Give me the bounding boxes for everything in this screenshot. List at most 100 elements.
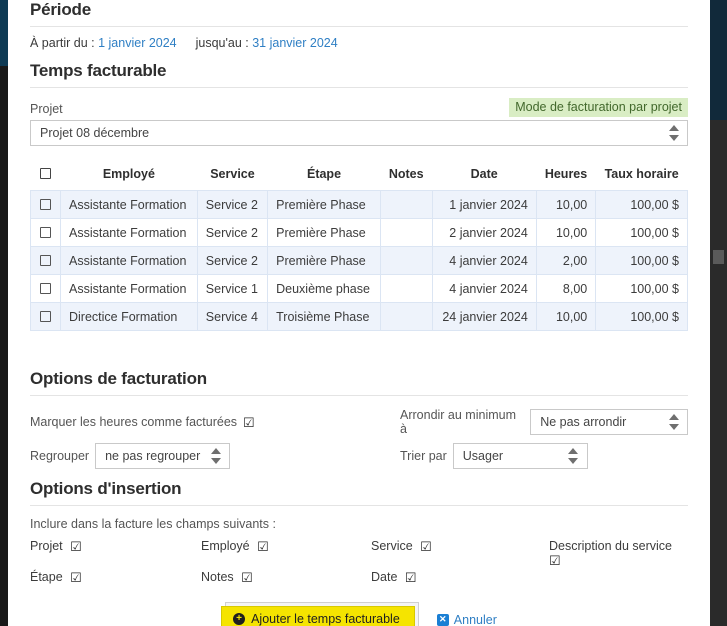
round-label: Arrondir au minimum à [400,408,517,436]
row-checkbox[interactable] [40,282,51,294]
row-checkbox[interactable] [40,198,51,210]
insert-field-etape[interactable]: Étape ☑ [30,570,201,584]
insert-field-label: Projet [30,539,63,553]
add-billable-time-label: Ajouter le temps facturable [251,612,400,626]
table-row[interactable]: Assistante Formation Service 2 Première … [30,218,688,247]
insert-field-checkbox[interactable]: ☑ [405,571,417,584]
cell-taux: 100,00 $ [595,218,688,247]
chevron-updown-icon[interactable] [668,414,679,430]
insert-field-checkbox[interactable]: ☑ [241,571,253,584]
group-select-value: ne pas regrouper [105,449,201,463]
plus-circle-icon: + [233,613,246,625]
select-all-header[interactable] [31,164,61,191]
select-all-checkbox[interactable] [40,168,51,179]
cancel-button[interactable]: ✕ Annuler [436,612,497,626]
table-row[interactable]: Assistante Formation Service 2 Première … [30,246,688,275]
insert-field-checkbox[interactable]: ☑ [70,571,82,584]
insert-grid-spacer [549,570,688,584]
project-select[interactable]: Projet 08 décembre [30,120,688,146]
section-title-temps-facturable: Temps facturable [30,61,167,80]
cell-heures: 10,00 [535,218,597,247]
row-select-cell[interactable] [30,190,61,219]
sort-select[interactable]: Usager [452,443,588,469]
table-header-row: Employé Service Étape Notes Date Heures … [31,164,688,191]
insert-field-notes[interactable]: Notes ☑ [201,570,371,584]
insert-field-employe[interactable]: Employé ☑ [201,539,371,567]
cell-heures: 10,00 [535,190,597,219]
right-chrome-accent [710,0,727,120]
chevron-updown-icon[interactable] [668,125,679,141]
round-row: Arrondir au minimum à Ne pas arrondir [400,405,688,439]
project-select-value: Projet 08 décembre [40,126,150,140]
insert-field-checkbox[interactable]: ☑ [70,540,82,553]
add-billable-time-button[interactable]: + Ajouter le temps facturable [221,606,415,626]
periode-from-date[interactable]: 1 janvier 2024 [98,36,177,50]
round-select-value: Ne pas arrondir [540,415,627,429]
table-row[interactable]: Directice Formation Service 4 Troisième … [30,302,688,331]
cell-etape: Première Phase [267,190,381,219]
insert-field-projet[interactable]: Projet ☑ [30,539,201,567]
periode-to-date[interactable]: 31 janvier 2024 [252,36,337,50]
cell-heures: 10,00 [535,302,597,331]
chevron-updown-icon[interactable] [568,448,579,464]
cell-date: 24 janvier 2024 [431,302,537,331]
insert-field-description-service[interactable]: Description du service ☑ [549,539,688,567]
insert-field-checkbox[interactable]: ☑ [420,540,432,553]
column-header-etape: Étape [306,167,342,181]
cell-notes [379,190,433,219]
row-select-cell[interactable] [30,302,61,331]
column-header-taux-horaire: Taux horaire [604,167,679,181]
table-row[interactable]: Assistante Formation Service 2 Première … [30,190,688,219]
round-select[interactable]: Ne pas arrondir [530,409,688,435]
group-select[interactable]: ne pas regrouper [95,443,231,469]
row-select-cell[interactable] [30,246,61,275]
chevron-updown-icon[interactable] [210,448,221,464]
section-title-options-insertion: Options d'insertion [30,479,182,498]
cancel-label: Annuler [453,612,497,626]
divider-periode [30,26,688,27]
column-header-service: Service [210,167,255,181]
cell-notes [379,274,433,303]
insert-field-checkbox[interactable]: ☑ [549,554,561,567]
row-checkbox[interactable] [40,226,51,238]
action-bar: + Ajouter le temps facturable ✕ Annuler [30,602,688,626]
billing-options-grid: Marquer les heures comme facturées ☑ Reg… [30,405,688,473]
project-row: Projet Mode de facturation par projet [30,97,688,120]
mark-billed-checkbox[interactable]: ☑ [243,416,255,429]
left-chrome-accent [0,0,8,66]
insert-field-label: Étape [30,570,63,584]
periode-range: À partir du : 1 janvier 2024 jusqu'au : … [30,36,688,61]
sort-select-value: Usager [462,449,504,463]
cell-employe: Assistante Formation [60,190,198,219]
column-header-employe: Employé [102,167,155,181]
cell-heures: 8,00 [535,274,597,303]
cell-date: 4 janvier 2024 [431,246,537,275]
cell-taux: 100,00 $ [595,190,688,219]
billing-options-right: Arrondir au minimum à Ne pas arrondir Tr… [400,405,688,473]
table-row[interactable]: Assistante Formation Service 1 Deuxième … [30,274,688,303]
cell-employe: Assistante Formation [60,218,198,247]
page-content: Période À partir du : 1 janvier 2024 jus… [8,0,710,626]
scrollbar-thumb[interactable] [713,250,724,264]
row-checkbox[interactable] [40,310,51,322]
mark-billed-label: Marquer les heures comme facturées [30,415,238,429]
row-select-cell[interactable] [30,274,61,303]
cell-notes [379,218,433,247]
periode-to-label: jusqu'au : [195,36,249,50]
cell-date: 2 janvier 2024 [431,218,537,247]
column-header-notes: Notes [388,167,424,181]
cell-taux: 100,00 $ [595,246,688,275]
column-header-date: Date [470,167,498,181]
insert-field-label: Notes [201,570,234,584]
cell-service: Service 4 [196,302,269,331]
insert-field-label: Description du service [549,539,672,553]
mark-billed-row[interactable]: Marquer les heures comme facturées ☑ [30,405,400,439]
row-select-cell[interactable] [30,218,61,247]
insert-fields-grid: Projet ☑ Employé ☑ Service ☑ Description… [30,539,688,584]
row-checkbox[interactable] [40,254,51,266]
insert-field-checkbox[interactable]: ☑ [257,540,269,553]
insert-field-service[interactable]: Service ☑ [371,539,549,567]
insert-field-date[interactable]: Date ☑ [371,570,549,584]
insert-field-label: Employé [201,539,250,553]
cell-service: Service 2 [196,218,269,247]
